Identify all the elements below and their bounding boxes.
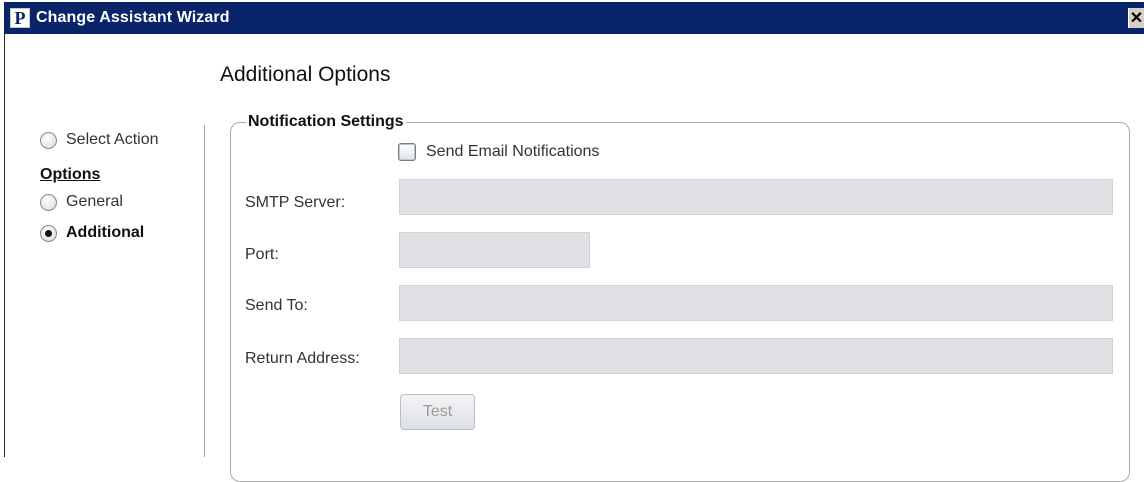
close-icon[interactable]: ✕ xyxy=(1128,8,1144,28)
nav-divider xyxy=(204,125,205,457)
smtp-server-input[interactable] xyxy=(399,179,1113,215)
window-title: Change Assistant Wizard xyxy=(36,9,230,26)
nav-heading-options: Options xyxy=(40,166,101,183)
nav-item-label: Additional xyxy=(66,224,145,241)
window-titlebar[interactable]: P Change Assistant Wizard ✕ xyxy=(4,2,1144,34)
send-email-checkbox[interactable] xyxy=(398,143,416,161)
nav-item-label: Select Action xyxy=(66,131,159,148)
radio-unchecked-icon[interactable] xyxy=(40,193,57,211)
radio-unchecked-icon[interactable] xyxy=(40,131,57,149)
port-label: Port: xyxy=(245,246,279,263)
smtp-server-label: SMTP Server: xyxy=(245,194,346,211)
nav-item-select-action[interactable]: Select Action xyxy=(40,131,159,149)
radio-checked-icon[interactable] xyxy=(40,224,57,242)
group-legend: Notification Settings xyxy=(246,113,406,131)
send-to-label: Send To: xyxy=(245,297,308,314)
port-input[interactable] xyxy=(399,232,590,268)
return-address-label: Return Address: xyxy=(245,350,360,367)
send-to-input[interactable] xyxy=(399,285,1113,321)
test-button[interactable]: Test xyxy=(400,394,475,430)
nav-item-label: General xyxy=(66,193,123,210)
page-title: Additional Options xyxy=(220,63,391,86)
nav-item-additional[interactable]: Additional xyxy=(40,224,144,242)
send-email-label: Send Email Notifications xyxy=(426,143,600,160)
app-logo-icon: P xyxy=(10,8,30,28)
return-address-input[interactable] xyxy=(399,338,1113,374)
send-email-checkbox-row[interactable]: Send Email Notifications xyxy=(398,143,599,161)
window-border xyxy=(4,34,5,457)
nav-item-general[interactable]: General xyxy=(40,193,123,211)
